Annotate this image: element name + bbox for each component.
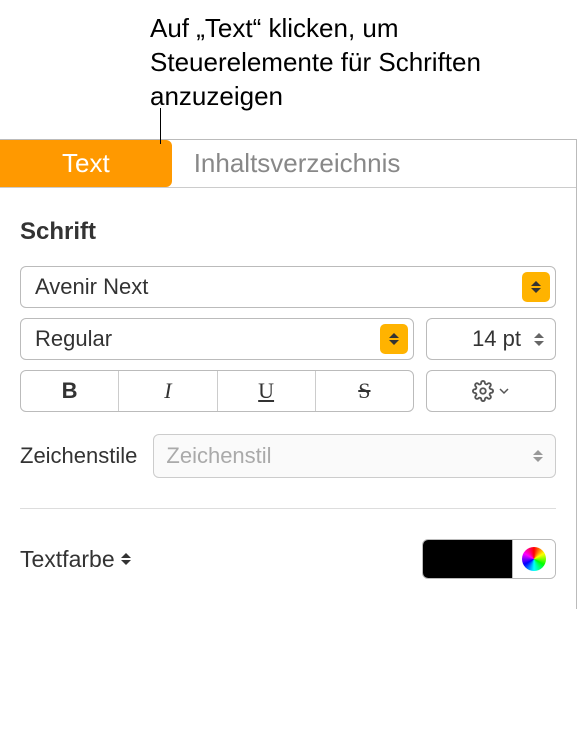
underline-button[interactable]: U [218, 371, 316, 411]
tab-text[interactable]: Text [0, 140, 172, 187]
text-color-control [422, 539, 556, 579]
tab-toc[interactable]: Inhaltsverzeichnis [172, 140, 423, 187]
divider [20, 508, 556, 509]
updown-arrows-icon[interactable] [121, 553, 131, 565]
callout-text: Auf „Text“ klicken, um Steuerelemente fü… [0, 0, 577, 115]
updown-arrows-icon [380, 324, 408, 354]
text-color-label-text: Textfarbe [20, 546, 115, 573]
strikethrough-button[interactable]: S [316, 371, 413, 411]
updown-arrows-icon [522, 272, 550, 302]
font-typeface-popup[interactable]: Regular [20, 318, 414, 360]
advanced-options-button[interactable] [426, 370, 556, 412]
callout-leader-line [160, 108, 161, 144]
font-typeface-value: Regular [35, 326, 112, 352]
character-styles-row: Zeichenstile Zeichenstil [20, 434, 556, 508]
character-styles-label: Zeichenstile [20, 443, 137, 469]
bold-button[interactable]: B [21, 371, 119, 411]
font-size-stepper[interactable]: 14 pt [426, 318, 556, 360]
chevron-down-icon [498, 385, 510, 397]
text-color-well[interactable] [423, 540, 513, 578]
gear-icon [472, 380, 494, 402]
font-section-title: Schrift [20, 218, 556, 246]
color-wheel-icon [522, 547, 546, 571]
italic-button[interactable]: I [119, 371, 217, 411]
text-color-picker-button[interactable] [513, 540, 555, 578]
character-styles-placeholder: Zeichenstil [166, 443, 271, 469]
text-color-row: Textfarbe [20, 539, 556, 599]
font-family-value: Avenir Next [35, 274, 148, 300]
stepper-arrows-icon [529, 333, 549, 346]
tab-bar: Text Inhaltsverzeichnis [0, 140, 576, 188]
text-color-label: Textfarbe [20, 546, 131, 573]
updown-arrows-icon [533, 450, 543, 462]
font-size-value: 14 pt [427, 326, 529, 352]
font-style-segment: B I U S [20, 370, 414, 412]
font-section: Schrift Avenir Next Regular 14 pt [0, 188, 576, 609]
character-styles-popup[interactable]: Zeichenstil [153, 434, 556, 478]
font-family-popup[interactable]: Avenir Next [20, 266, 556, 308]
inspector-panel: Text Inhaltsverzeichnis Schrift Avenir N… [0, 139, 577, 609]
